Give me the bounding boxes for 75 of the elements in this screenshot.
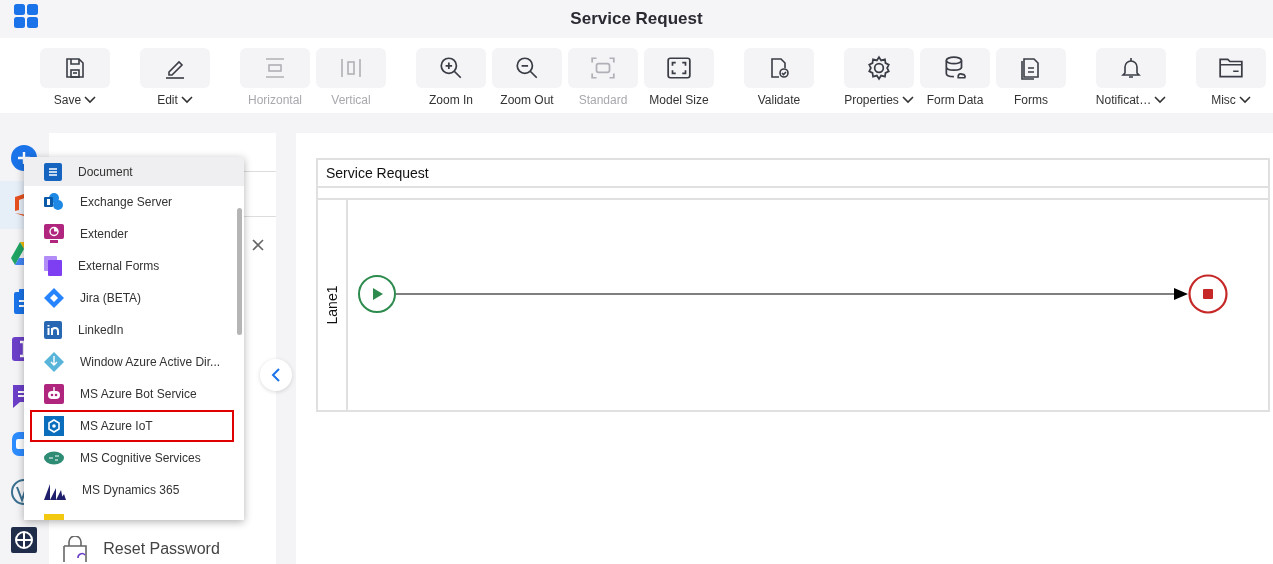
chevron-down-icon[interactable] [1238, 96, 1251, 104]
menu-item-label: Jira (BETA) [80, 291, 142, 305]
forms-toolbar-button[interactable] [996, 48, 1066, 88]
align-vertical-icon [339, 56, 363, 80]
wordpress-logo-icon [11, 479, 24, 506]
lane-label: Lane1 [324, 285, 340, 325]
menu-item-label: MS Cognitive Services [80, 451, 201, 465]
save-toolbar-button[interactable] [40, 48, 110, 88]
menu-item[interactable]: MS Azure Bot Service [24, 378, 244, 410]
page-title: Service Request [570, 9, 703, 29]
zoomin-toolbar-button[interactable] [416, 48, 486, 88]
menu-item[interactable]: Exchange Server [24, 186, 244, 218]
menu-item-label: MS Dynamics 365 [82, 483, 180, 497]
zoom-out-icon [514, 55, 540, 81]
menu-item[interactable]: Jira (BETA) [24, 282, 244, 314]
misc-toolbar-button[interactable] [1196, 48, 1266, 88]
misc-label: Misc [1211, 93, 1236, 107]
zoomout-label: Zoom Out [500, 93, 554, 107]
folder-icon [1218, 55, 1244, 81]
notifications-toolbar-button[interactable] [1096, 48, 1166, 88]
vertical-label: Vertical [331, 93, 371, 107]
modelsize-toolbar-button[interactable] [644, 48, 714, 88]
validate-toolbar-button[interactable] [744, 48, 814, 88]
formdata-toolbar-button[interactable] [920, 48, 990, 88]
reset-password-item[interactable]: Reset Password [103, 540, 220, 558]
menu-item[interactable]: Window Azure Active Dir... [24, 346, 244, 378]
menu-item-label: Extender [80, 227, 129, 241]
formdata-label: Form Data [926, 93, 984, 107]
menu-item-label: Window Azure Active Dir... [80, 355, 221, 369]
menu-item-label: Document [78, 164, 133, 179]
zoom-in-icon [438, 55, 464, 81]
menu-item[interactable]: Extender [24, 218, 244, 250]
forms-label: Forms [1014, 93, 1048, 107]
properties-label: Properties [844, 93, 899, 107]
chevron-down-icon[interactable] [84, 96, 97, 104]
align-horizontal-icon [263, 56, 287, 80]
fit-frame-icon [590, 55, 616, 81]
gear-icon [866, 55, 892, 81]
menu-item-label: MS Azure Bot Service [80, 387, 197, 401]
menu-item-label: MS Azure IoT [80, 419, 153, 433]
globe-tile-icon [11, 527, 37, 554]
menu-item[interactable]: LinkedIn [24, 314, 244, 346]
modelsize-label: Model Size [649, 93, 709, 107]
end-event [1188, 274, 1228, 314]
collapse-panel-button[interactable] [260, 359, 292, 391]
zoomin-label: Zoom In [429, 93, 473, 107]
chevron-left-icon [271, 368, 281, 382]
close-icon[interactable] [252, 239, 264, 251]
menu-item-label: External Forms [78, 259, 160, 273]
horizontal-label: Horizontal [248, 93, 302, 107]
chevron-down-icon[interactable] [180, 96, 193, 104]
menu-item-label: LinkedIn [78, 323, 124, 337]
edit-label: Edit [157, 93, 178, 107]
menu-item[interactable]: Document [24, 157, 244, 186]
database-icon [942, 55, 968, 81]
bell-icon [1119, 56, 1143, 80]
app-grid-icon[interactable] [14, 4, 38, 28]
expand-frame-icon [666, 55, 692, 81]
menu-item-label: Exchange Server [80, 195, 173, 209]
properties-toolbar-button[interactable] [844, 48, 914, 88]
validate-label: Validate [757, 93, 801, 107]
chevron-down-icon[interactable] [1154, 96, 1167, 104]
menu-item[interactable]: MS Dynamics 365 [24, 474, 244, 506]
save-label: Save [53, 93, 82, 107]
chevron-down-icon[interactable] [901, 96, 914, 104]
menu-item[interactable]: MS Azure IoT [30, 410, 234, 442]
standard-label: Standard [578, 93, 628, 107]
edit-toolbar-button[interactable] [140, 48, 210, 88]
start-event [358, 275, 396, 313]
pool-title: Service Request [326, 165, 429, 181]
menu-item[interactable]: External Forms [24, 250, 244, 282]
notifications-label: Notificat… [1095, 93, 1152, 107]
menu-item[interactable]: MS Cognitive Services [24, 442, 244, 474]
triangle-drive-icon [11, 239, 24, 266]
zoomout-toolbar-button[interactable] [492, 48, 562, 88]
